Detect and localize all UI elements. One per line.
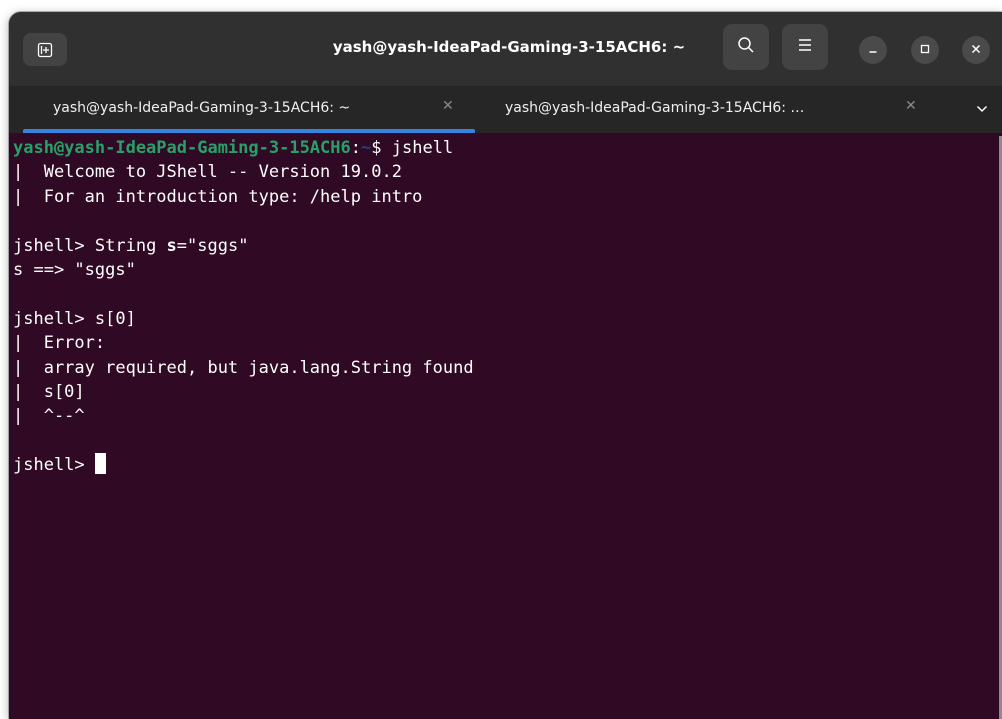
- input-text: s[0]: [94, 308, 136, 329]
- error-line: | s[0]: [13, 381, 85, 402]
- chevron-down-icon: [976, 100, 988, 118]
- close-icon: [971, 41, 981, 59]
- tab-list-dropdown[interactable]: [972, 99, 992, 119]
- command-text: jshell: [391, 138, 454, 158]
- close-button[interactable]: [962, 36, 990, 64]
- input-text: ="sggs": [176, 235, 249, 256]
- tab-close-icon[interactable]: ✕: [905, 98, 917, 114]
- shell-prompt-line: yash@yash-IdeaPad-Gaming-3-15ACH6:~$ jsh…: [13, 136, 1002, 160]
- input-variable: s: [166, 235, 177, 256]
- maximize-icon: [920, 41, 930, 59]
- search-icon: [737, 36, 755, 59]
- text-cursor: [94, 453, 106, 475]
- prompt-separator: :: [350, 138, 362, 158]
- prompt-path: ~: [361, 138, 372, 158]
- prompt-user-host: yash@yash-IdeaPad-Gaming-3-15ACH6: [13, 138, 351, 158]
- window-title: yash@yash-IdeaPad-Gaming-3-15ACH6: ~: [332, 38, 686, 56]
- terminal-window: yash@yash-IdeaPad-Gaming-3-15ACH6: ~ yas…: [9, 12, 1002, 719]
- jshell-prompt: jshell>: [13, 455, 95, 476]
- minimize-button[interactable]: [859, 36, 887, 64]
- jshell-input-line: jshell> String s="sggs": [13, 234, 1002, 258]
- jshell-input-line: jshell> s[0]: [13, 307, 1002, 331]
- error-line: | Error:: [13, 333, 106, 354]
- menu-button[interactable]: [782, 24, 828, 70]
- new-tab-button[interactable]: [23, 33, 67, 66]
- tab-bar: yash@yash-IdeaPad-Gaming-3-15ACH6: ~ ✕ y…: [9, 86, 1002, 133]
- search-button[interactable]: [723, 24, 769, 70]
- minimize-icon: [868, 41, 878, 59]
- welcome-line: | Welcome to JShell -- Version 19.0.2: [13, 162, 402, 183]
- jshell-prompt: jshell>: [13, 235, 95, 256]
- terminal-output[interactable]: yash@yash-IdeaPad-Gaming-3-15ACH6:~$ jsh…: [9, 133, 1002, 719]
- tab-close-icon[interactable]: ✕: [442, 98, 454, 114]
- jshell-output-line: s ==> "sggs": [13, 259, 136, 280]
- hamburger-menu-icon: [797, 38, 813, 57]
- new-tab-icon: [37, 42, 53, 58]
- jshell-current-prompt-line: jshell>: [13, 453, 1002, 477]
- prompt-dollar: $: [371, 138, 392, 158]
- intro-line: | For an introduction type: /help intro: [13, 186, 423, 207]
- jshell-prompt: jshell>: [13, 308, 95, 329]
- input-text: String: [94, 235, 167, 256]
- maximize-button[interactable]: [911, 36, 939, 64]
- tab-label: yash@yash-IdeaPad-Gaming-3-15ACH6: …: [505, 100, 805, 116]
- tab-second[interactable]: yash@yash-IdeaPad-Gaming-3-15ACH6: … ✕: [475, 86, 929, 133]
- error-line: | array required, but java.lang.String f…: [13, 357, 474, 378]
- tab-home-active[interactable]: yash@yash-IdeaPad-Gaming-3-15ACH6: ~ ✕: [23, 86, 475, 133]
- header-bar: yash@yash-IdeaPad-Gaming-3-15ACH6: ~: [9, 12, 1002, 86]
- tab-label: yash@yash-IdeaPad-Gaming-3-15ACH6: ~: [53, 100, 351, 116]
- error-line: | ^--^: [13, 406, 85, 427]
